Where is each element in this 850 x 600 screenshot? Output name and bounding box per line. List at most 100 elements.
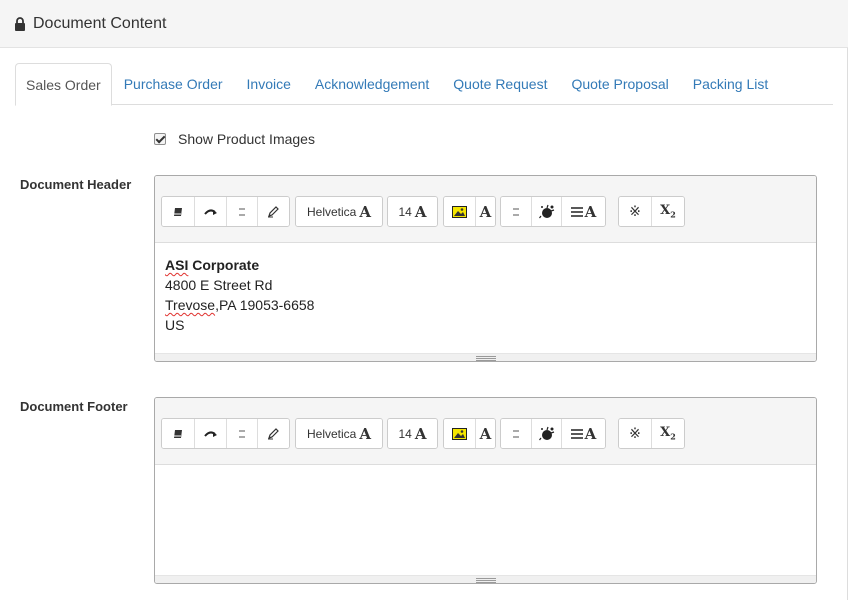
subscript-glyph: X <box>660 203 671 219</box>
tab-packing-list[interactable]: Packing List <box>681 63 780 105</box>
pencil-icon <box>268 206 279 218</box>
size-a-icon: A <box>414 202 427 221</box>
eraser-icon <box>174 429 182 438</box>
eraser-button[interactable] <box>162 419 194 448</box>
text-color-button[interactable]: A <box>475 197 495 226</box>
font-group: Helvetica A <box>295 418 383 449</box>
align-button[interactable]: A <box>561 197 605 226</box>
panel-heading: Document Content <box>0 0 848 48</box>
list-icon <box>513 430 519 437</box>
font-size-button[interactable]: 14 A <box>388 197 437 226</box>
header-content[interactable]: ASI Corporate 4800 E Street Rd Trevose,P… <box>155 243 816 347</box>
panel-title: Document Content <box>33 14 167 32</box>
redo-button[interactable] <box>194 419 226 448</box>
document-header-editor: Helvetica A 14 A A A ※ X2 ASI Corporate … <box>154 175 817 362</box>
text-color-icon: A <box>479 202 492 221</box>
align-icon <box>570 428 583 439</box>
document-content-panel: Document Content Sales Order Purchase Or… <box>0 0 848 600</box>
tab-invoice[interactable]: Invoice <box>235 63 303 105</box>
picture-icon <box>452 205 467 218</box>
font-size-button[interactable]: 14 A <box>388 419 437 448</box>
header-company-line: ASI Corporate <box>165 255 806 275</box>
align-button[interactable]: A <box>561 419 605 448</box>
subscript-icon: X2 <box>660 203 676 220</box>
company-prefix: ASI <box>165 257 189 273</box>
eraser-button[interactable] <box>162 197 194 226</box>
eraser-icon <box>174 207 182 216</box>
footer-toolbar: Helvetica A 14 A A A ※ X2 <box>155 398 816 465</box>
document-tabs: Sales Order Purchase Order Invoice Ackno… <box>15 63 833 106</box>
special-chars-button[interactable]: ※ <box>619 419 651 448</box>
picture-icon <box>452 427 467 440</box>
pencil-button[interactable] <box>257 419 289 448</box>
list-button[interactable] <box>501 419 531 448</box>
subscript-button[interactable]: X2 <box>651 419 684 448</box>
lock-icon <box>15 16 25 31</box>
font-size-value: 14 <box>398 204 412 219</box>
asterism-icon: ※ <box>629 425 641 441</box>
tab-purchase-order[interactable]: Purchase Order <box>112 63 235 105</box>
align-a-icon: A <box>584 202 597 221</box>
special-chars-button[interactable]: ※ <box>619 197 651 226</box>
paragraph-group: A <box>500 418 606 449</box>
subscript-button[interactable]: X2 <box>651 197 684 226</box>
list-icon <box>513 208 519 215</box>
align-icon <box>570 206 583 217</box>
redo-button[interactable] <box>194 197 226 226</box>
header-resize-bar[interactable] <box>155 353 816 361</box>
size-group: 14 A <box>387 418 438 449</box>
font-family-button[interactable]: Helvetica A <box>296 419 382 448</box>
tab-acknowledgement[interactable]: Acknowledgement <box>303 63 441 105</box>
background-color-button[interactable] <box>531 197 561 226</box>
resize-grip-icon <box>476 578 496 583</box>
header-city-line: Trevose,PA 19053-6658 <box>165 295 806 315</box>
redo-icon <box>203 208 217 215</box>
misc-group: ※ X2 <box>618 418 685 449</box>
paragraph-group: A <box>500 196 606 227</box>
subscript-glyph: X <box>660 425 671 441</box>
document-footer-editor: Helvetica A 14 A A A ※ X2 <box>154 397 817 584</box>
resize-grip-icon <box>476 356 496 361</box>
city-suffix: ,PA 19053-6658 <box>215 297 315 313</box>
font-size-value: 14 <box>398 426 412 441</box>
tab-quote-proposal[interactable]: Quote Proposal <box>559 63 680 105</box>
format-button[interactable] <box>226 197 257 226</box>
text-color-icon: A <box>479 424 492 443</box>
format-button[interactable] <box>226 419 257 448</box>
font-family-value: Helvetica <box>307 426 357 441</box>
pencil-button[interactable] <box>257 197 289 226</box>
tab-quote-request[interactable]: Quote Request <box>441 63 559 105</box>
font-family-value: Helvetica <box>307 204 357 219</box>
show-images-row: Show Product Images <box>154 131 315 147</box>
insert-picture-button[interactable] <box>444 197 475 226</box>
insert-group: A <box>443 418 496 449</box>
show-images-checkbox[interactable] <box>154 133 166 145</box>
company-suffix: Corporate <box>188 257 260 273</box>
list-button[interactable] <box>501 197 531 226</box>
style-group <box>161 196 290 227</box>
style-group <box>161 418 290 449</box>
subscript-sub: 2 <box>670 431 676 442</box>
text-color-button[interactable]: A <box>475 419 495 448</box>
size-group: 14 A <box>387 196 438 227</box>
header-country-line: US <box>165 317 185 333</box>
pencil-icon <box>268 428 279 440</box>
header-street-line: 4800 E Street Rd <box>165 277 273 293</box>
background-color-button[interactable] <box>531 419 561 448</box>
font-family-button[interactable]: Helvetica A <box>296 197 382 226</box>
subscript-sub: 2 <box>670 209 676 220</box>
subscript-icon: X2 <box>660 425 676 442</box>
footer-resize-bar[interactable] <box>155 575 816 583</box>
city-prefix: Trevose <box>165 297 216 313</box>
font-a-icon: A <box>359 424 371 443</box>
footer-content[interactable] <box>155 465 816 575</box>
format-icon <box>239 430 245 437</box>
tab-sales-order[interactable]: Sales Order <box>15 63 112 106</box>
align-a-icon: A <box>584 424 597 443</box>
insert-group: A <box>443 196 496 227</box>
insert-picture-button[interactable] <box>444 419 475 448</box>
format-icon <box>239 208 245 215</box>
ink-splash-icon <box>538 204 554 218</box>
misc-group: ※ X2 <box>618 196 685 227</box>
asterism-icon: ※ <box>629 203 641 219</box>
